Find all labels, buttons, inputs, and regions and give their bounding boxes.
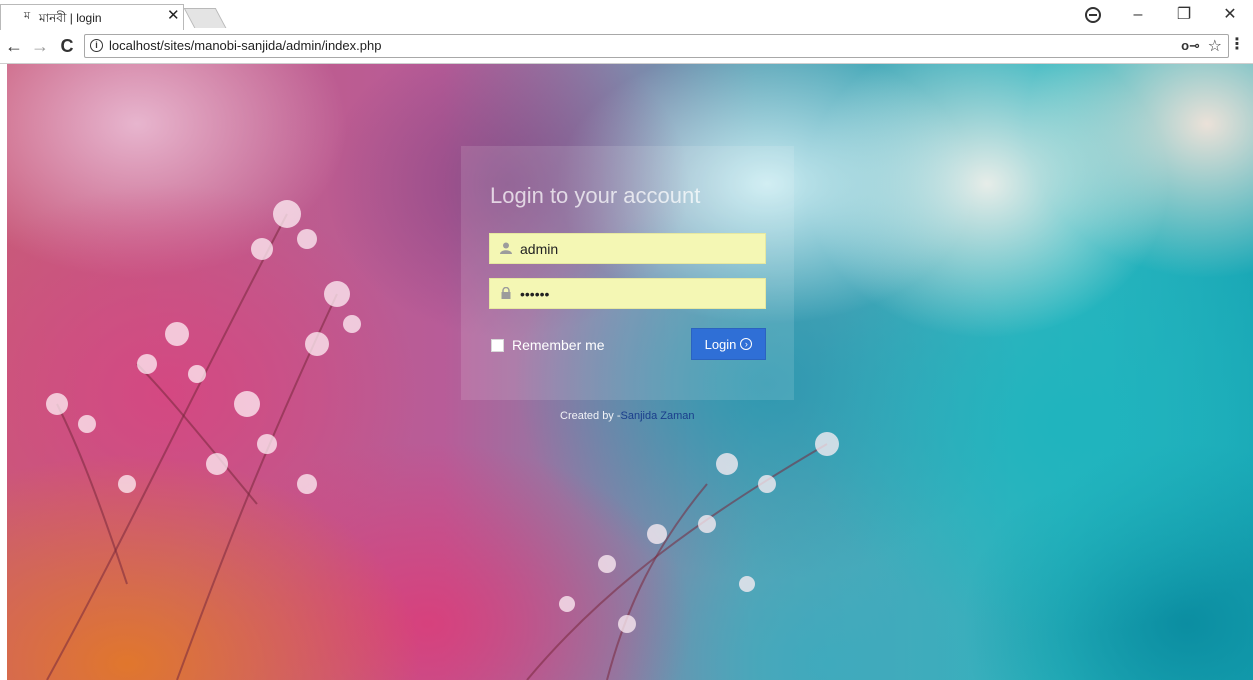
remember-me-checkbox[interactable] xyxy=(491,338,504,352)
username-field[interactable] xyxy=(489,233,766,264)
minimize-icon[interactable]: – xyxy=(1115,0,1161,30)
favicon-icon: ম xyxy=(23,10,31,22)
login-button-label: Login xyxy=(704,336,737,352)
password-field[interactable] xyxy=(489,278,766,309)
circle-arrow-right-icon: › xyxy=(740,338,753,350)
credit-text: Created by -Sanjida Zaman xyxy=(560,410,695,422)
arrow-right-icon[interactable]: → xyxy=(28,34,52,58)
kebab-menu-icon[interactable]: ⋮ xyxy=(1229,35,1245,55)
browser-toolbar: ← → C i localhost/sites/manobi-sanjida/a… xyxy=(0,30,1253,64)
url-text[interactable]: localhost/sites/manobi-sanjida/admin/ind… xyxy=(109,38,381,53)
browser-tab[interactable]: ম মানবী | login ✕ xyxy=(0,4,184,30)
key-icon[interactable]: o⊸ xyxy=(1181,38,1200,54)
tab-close-icon[interactable]: ✕ xyxy=(167,8,180,24)
remember-me-label: Remember me xyxy=(512,337,605,353)
profile-icon[interactable] xyxy=(1085,7,1101,23)
star-icon[interactable]: ☆ xyxy=(1208,36,1222,56)
login-button[interactable]: Login › xyxy=(691,328,766,360)
password-input[interactable] xyxy=(520,279,760,308)
restore-icon[interactable]: ❐ xyxy=(1161,0,1207,30)
credit-prefix: Created by - xyxy=(560,410,621,422)
user-icon xyxy=(500,242,512,254)
window-controls: – ❐ ✕ xyxy=(1071,0,1253,30)
page-viewport: Login to your account Remember me xyxy=(7,64,1253,680)
browser-window: ম মানবী | login ✕ – ❐ ✕ ← → C i localhos… xyxy=(0,0,1253,680)
arrow-left-icon[interactable]: ← xyxy=(2,34,26,58)
login-form: Login to your account Remember me xyxy=(461,146,794,400)
new-tab-button[interactable] xyxy=(183,8,227,28)
address-bar[interactable]: i localhost/sites/manobi-sanjida/admin/i… xyxy=(84,34,1229,58)
remember-me[interactable]: Remember me xyxy=(491,337,605,353)
close-icon[interactable]: ✕ xyxy=(1207,0,1253,30)
info-icon[interactable]: i xyxy=(90,39,103,52)
reload-icon[interactable]: C xyxy=(55,34,79,58)
username-input[interactable] xyxy=(520,234,760,263)
login-heading: Login to your account xyxy=(490,183,701,208)
credit-author-link[interactable]: Sanjida Zaman xyxy=(621,410,695,422)
tab-strip: ম মানবী | login ✕ – ❐ ✕ xyxy=(0,0,1253,31)
lock-icon xyxy=(501,287,511,299)
tab-title: মানবী | login xyxy=(39,11,102,25)
